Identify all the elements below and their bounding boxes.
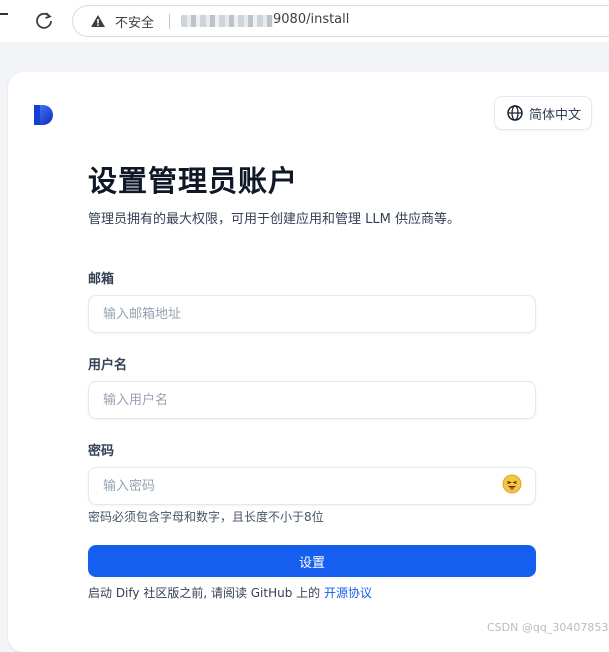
username-field[interactable]: [88, 381, 536, 419]
globe-icon: [507, 105, 523, 121]
address-bar[interactable]: 不安全 9080/install: [72, 5, 609, 37]
browser-toolbar: 不安全 9080/install: [0, 0, 609, 42]
eye-emoji-icon[interactable]: [502, 474, 522, 494]
watermark: CSDN @qq_30407853: [487, 621, 609, 634]
email-label: 邮箱: [88, 272, 115, 287]
language-selector[interactable]: 简体中文: [494, 96, 592, 130]
setup-button[interactable]: 设置: [88, 545, 536, 577]
username-label: 用户名: [88, 358, 128, 373]
license-note-text: 启动 Dify 社区版之前, 请阅读 GitHub 上的: [88, 586, 324, 600]
logo-icon: [34, 105, 53, 125]
security-status[interactable]: 不安全: [115, 12, 154, 31]
open-source-license-link[interactable]: 开源协议: [324, 586, 372, 600]
url-text[interactable]: 9080/install: [273, 12, 349, 27]
email-field[interactable]: [88, 295, 536, 333]
language-label: 简体中文: [529, 108, 582, 123]
address-divider: [169, 14, 170, 29]
page-title: 设置管理员账户: [88, 164, 299, 198]
license-note: 启动 Dify 社区版之前, 请阅读 GitHub 上的 开源协议: [88, 584, 372, 601]
blurred-host: [181, 15, 273, 27]
install-card: 简体中文 设置管理员账户 管理员拥有的最大权限，可用于创建应用和管理 LLM 供…: [8, 72, 609, 652]
back-icon[interactable]: [0, 13, 8, 15]
password-label: 密码: [88, 444, 115, 459]
page-subtitle: 管理员拥有的最大权限，可用于创建应用和管理 LLM 供应商等。: [88, 212, 460, 227]
password-field[interactable]: [88, 467, 536, 505]
password-hint: 密码必须包含字母和数字，且长度不小于8位: [88, 510, 324, 524]
warning-icon[interactable]: [90, 14, 106, 28]
reload-icon[interactable]: [34, 10, 54, 30]
